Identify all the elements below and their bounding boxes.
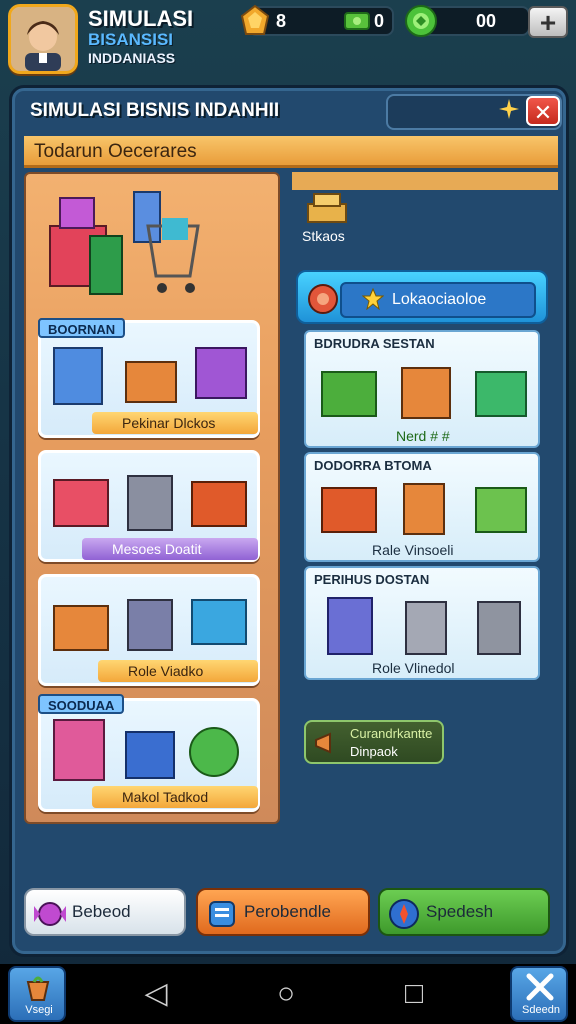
nav-left-label: Vsegi xyxy=(25,1004,53,1016)
bottom-button-2[interactable]: Perobendle xyxy=(196,888,370,936)
kiosk-items-icon xyxy=(50,590,250,660)
game-title: SIMULASI xyxy=(88,6,194,31)
megaphone-icon xyxy=(315,732,331,754)
currency-button-subtext: Dinpaok xyxy=(350,744,398,759)
nav-right-button[interactable]: Sdeedn xyxy=(510,966,568,1022)
star-icon xyxy=(361,287,385,311)
card-label[interactable]: Makol Tadkod xyxy=(92,786,258,808)
document-icon xyxy=(209,901,235,927)
compass-icon xyxy=(389,899,419,929)
shop-counter-icon xyxy=(44,186,224,306)
bottom-button-3-label: Spedesh xyxy=(426,902,494,921)
bottom-button-1[interactable]: Bebeod xyxy=(24,888,186,936)
card-label-text: Makol Tadkod xyxy=(122,789,209,805)
card-label-text: Pekinar Dlckos xyxy=(122,415,216,431)
business-card-title: DODORRA BTOMA xyxy=(314,458,432,473)
food-stall-icon xyxy=(321,483,527,535)
business-card-label: Nerd # # xyxy=(396,428,450,444)
home-icon[interactable]: ○ xyxy=(266,964,306,1024)
right-header-strip xyxy=(292,172,558,190)
close-button[interactable]: ✕ xyxy=(526,96,560,126)
game-subtitle: BISANSISI xyxy=(88,30,174,49)
stock-label: Stkaos xyxy=(302,228,345,244)
gem-icon xyxy=(404,4,438,38)
business-card[interactable]: BDRUDRA SESTAN Nerd # # xyxy=(304,330,540,448)
recent-apps-icon[interactable]: □ xyxy=(394,964,434,1024)
shelf-items-icon xyxy=(50,342,250,412)
back-icon[interactable]: ◁ xyxy=(136,964,176,1024)
avatar-portrait-icon xyxy=(11,7,75,71)
stall-items-icon xyxy=(321,367,527,419)
business-card-label: Rale Vinsoeli xyxy=(372,542,454,558)
candy-icon xyxy=(34,902,66,926)
shop-bag-icon xyxy=(26,976,50,1001)
player-avatar[interactable] xyxy=(8,4,78,74)
stock-icon xyxy=(304,190,352,226)
currency-button-text: Curandrkantte xyxy=(350,726,433,741)
business-card[interactable]: PERIHUS DOSTAN Role Vlinedol xyxy=(304,566,540,680)
business-card-label: Role Vlinedol xyxy=(372,660,455,676)
add-currency-button[interactable]: + xyxy=(528,6,568,38)
market-items-icon xyxy=(50,716,250,786)
business-card[interactable]: DODORRA BTOMA Rale Vinsoeli xyxy=(304,452,540,562)
card-label-text: Role Viadko xyxy=(128,663,204,679)
nav-right-label: Sdeedn xyxy=(522,1004,560,1016)
panel-title: SIMULASI BISNIS INDANHII xyxy=(30,100,280,121)
business-card-title: BDRUDRA SESTAN xyxy=(314,336,435,351)
sparkle-icon xyxy=(498,98,520,120)
gold-icon xyxy=(240,4,270,36)
currency-change-button[interactable]: Curandrkantte Dinpaok xyxy=(304,720,444,764)
business-card-title: PERIHUS DOSTAN xyxy=(314,572,430,587)
cash-icon xyxy=(344,8,370,34)
section-tag-2: SOODUAA xyxy=(38,694,125,714)
display-items-icon xyxy=(50,466,250,536)
game-subtitle-2: INDDANIASS xyxy=(88,50,176,66)
card-label[interactable]: Pekinar Dlckos xyxy=(92,412,258,434)
equipment-items-icon xyxy=(327,597,521,655)
location-icon xyxy=(306,282,344,316)
gold-count: 8 xyxy=(276,11,287,31)
section-tag-1: BOORNAN xyxy=(38,318,126,338)
bottom-button-1-label: Bebeod xyxy=(72,902,131,921)
card-label[interactable]: Mesoes Doatit xyxy=(82,538,258,560)
tools-icon xyxy=(526,973,554,1001)
card-label[interactable]: Role Viadko xyxy=(98,660,258,682)
gem-count: 00 xyxy=(476,11,497,31)
panel-banner: Todarun Oecerares xyxy=(24,136,558,168)
bottom-button-3[interactable]: Spedesh xyxy=(378,888,550,936)
nav-left-button[interactable]: Vsegi xyxy=(8,966,66,1022)
cash-count: 0 xyxy=(374,11,385,31)
card-label-text: Mesoes Doatit xyxy=(112,541,202,557)
bottom-button-2-label: Perobendle xyxy=(244,902,331,921)
